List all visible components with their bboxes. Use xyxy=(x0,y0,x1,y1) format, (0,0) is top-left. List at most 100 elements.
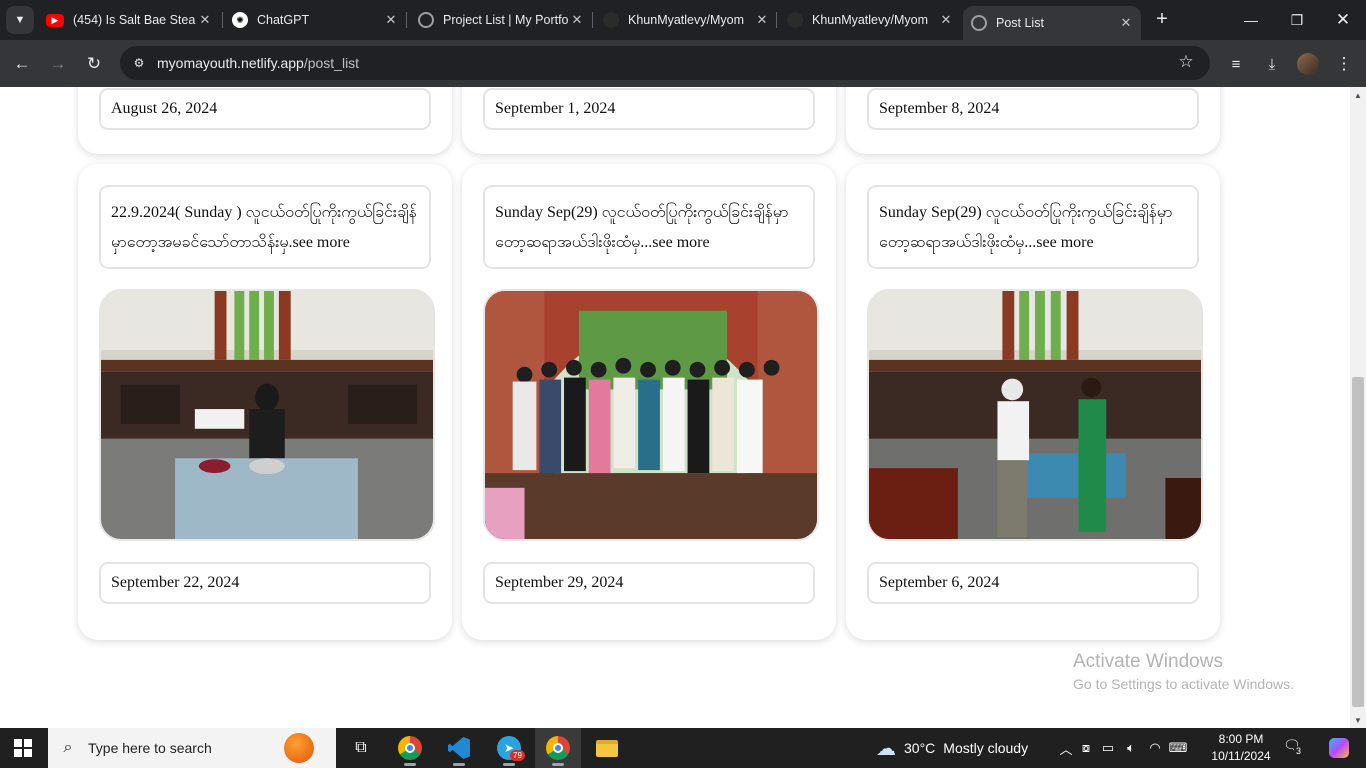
globe-icon xyxy=(418,12,434,28)
forward-button[interactable]: → xyxy=(44,50,72,78)
avatar xyxy=(1297,53,1319,75)
copilot-button[interactable] xyxy=(1316,728,1362,768)
tab-title: KhunMyatlevy/Myom xyxy=(812,13,929,27)
address-bar[interactable]: ⚙ myomayouth.netlify.app/post_list ☆ xyxy=(120,46,1210,80)
cloud-icon: ☁ xyxy=(876,737,896,760)
tab-separator xyxy=(776,12,777,28)
post-card: 22.9.2024( Sunday ) လူငယ်ဝတ်ပြုကိုးကွယ်ခ… xyxy=(78,164,452,640)
reload-button[interactable]: ↻ xyxy=(80,50,108,78)
url-path: /post_list xyxy=(303,55,360,71)
language-icon[interactable]: ⌨ xyxy=(1167,740,1189,756)
post-date: September 22, 2024 xyxy=(99,562,431,604)
tab-github-1[interactable]: KhunMyatlevy/Myom ✕ xyxy=(603,0,771,40)
post-date: September 1, 2024 xyxy=(483,88,815,130)
bookmark-star-icon[interactable]: ☆ xyxy=(1175,52,1197,74)
tab-separator xyxy=(222,12,223,28)
tab-chatgpt[interactable]: ✺ ChatGPT ✕ xyxy=(232,0,400,40)
task-view-button[interactable]: ⧉ xyxy=(338,728,384,768)
windows-start-button[interactable] xyxy=(14,739,32,757)
close-icon[interactable]: ✕ xyxy=(382,12,400,28)
taskbar-clock[interactable]: 8:00 PM 10/11/2024 xyxy=(1208,731,1274,765)
tab-title: ChatGPT xyxy=(257,13,310,27)
clock-date: 10/11/2024 xyxy=(1211,749,1271,763)
notification-count: 3 xyxy=(1294,746,1304,756)
close-icon[interactable]: ✕ xyxy=(568,12,586,28)
windows-taskbar: ⌕ Type here to search ⧉ ➤ 79 ☁ 30°C Most… xyxy=(0,728,1366,768)
volume-icon[interactable]: 🔈︎ xyxy=(1119,740,1143,756)
close-icon[interactable]: ✕ xyxy=(1117,15,1135,31)
page-viewport: August 26, 2024 September 1, 2024 Septem… xyxy=(0,87,1350,728)
tab-project-list[interactable]: Project List | My Portfo ✕ xyxy=(418,0,586,40)
task-view-icon: ⧉ xyxy=(355,739,367,756)
telegram-badge: 79 xyxy=(510,750,525,761)
post-card: August 26, 2024 xyxy=(78,87,452,154)
youtube-icon: ▶ xyxy=(46,13,64,27)
close-window-button[interactable]: ✕ xyxy=(1320,0,1366,40)
handshake-photo xyxy=(869,291,1201,539)
restore-button[interactable]: ❐ xyxy=(1274,0,1320,40)
scrollbar-thumb[interactable] xyxy=(1352,377,1364,707)
post-photo[interactable] xyxy=(483,289,819,541)
post-description: 22.9.2024( Sunday ) လူငယ်ဝတ်ပြုကိုးကွယ်ခ… xyxy=(99,185,431,269)
new-tab-button[interactable]: + xyxy=(1150,8,1174,32)
profile-button[interactable] xyxy=(1294,50,1322,78)
post-date: August 26, 2024 xyxy=(99,88,431,130)
download-icon[interactable]: ⤓ xyxy=(1258,50,1286,78)
search-icon: ⌕ xyxy=(63,739,73,756)
taskbar-app-file-explorer[interactable] xyxy=(584,728,630,768)
back-button[interactable]: ← xyxy=(8,50,36,78)
notification-center-button[interactable]: 🗨︎ 3 xyxy=(1283,737,1307,759)
tab-youtube[interactable]: ▶ (454) Is Salt Bae Steak ✕ xyxy=(46,0,214,40)
post-card: Sunday Sep(29) လူငယ်ဝတ်ပြုကိုးကွယ်ခြင်းခ… xyxy=(846,164,1220,640)
tab-post-list[interactable]: Post List ✕ xyxy=(963,6,1141,40)
see-more-link[interactable]: see more xyxy=(292,234,349,251)
tab-search-button[interactable]: ▼ xyxy=(6,6,34,34)
see-more-link[interactable]: see more xyxy=(652,234,709,251)
url-host: myomayouth.netlify.app xyxy=(157,55,304,71)
post-description: Sunday Sep(29) လူငယ်ဝတ်ပြုကိုးကွယ်ခြင်းခ… xyxy=(867,185,1199,269)
page-scrollbar[interactable]: ▲ ▼ xyxy=(1350,87,1366,728)
vscode-icon xyxy=(448,737,470,759)
pumpkin-icon xyxy=(284,733,314,763)
chevron-down-icon: ▼ xyxy=(14,14,26,26)
taskbar-app-vscode[interactable] xyxy=(436,728,482,768)
post-description-text: 22.9.2024( Sunday ) လူငယ်ဝတ်ပြုကိုးကွယ်ခ… xyxy=(111,204,417,251)
chrome-icon xyxy=(398,736,422,760)
site-info-icon[interactable]: ⚙ xyxy=(129,53,149,73)
close-icon[interactable]: ✕ xyxy=(937,12,955,28)
media-control-icon[interactable]: ≡ xyxy=(1222,50,1250,78)
tab-separator xyxy=(592,12,593,28)
taskbar-app-chrome-2[interactable] xyxy=(535,728,581,768)
tab-separator xyxy=(406,12,407,28)
close-icon[interactable]: ✕ xyxy=(753,12,771,28)
meet-now-icon[interactable]: ⧇ xyxy=(1075,740,1097,756)
watermark-subtitle: Go to Settings to activate Windows. xyxy=(1073,676,1294,692)
post-photo[interactable] xyxy=(867,289,1203,541)
url-text[interactable]: myomayouth.netlify.app/post_list xyxy=(157,55,359,71)
taskbar-app-chrome-1[interactable] xyxy=(387,728,433,768)
copilot-icon xyxy=(1329,738,1349,758)
chatgpt-icon: ✺ xyxy=(232,12,248,28)
post-description: Sunday Sep(29) လူငယ်ဝတ်ပြုကိုးကွယ်ခြင်းခ… xyxy=(483,185,815,269)
system-tray: ︿ ⧇ ▭ 🔈︎ ◠ ⌨ xyxy=(1057,728,1189,768)
post-card: Sunday Sep(29) လူငယ်ဝတ်ပြုကိုးကွယ်ခြင်းခ… xyxy=(462,164,836,640)
weather-widget[interactable]: ☁ 30°C Mostly cloudy xyxy=(876,728,1028,768)
wifi-icon[interactable]: ◠ xyxy=(1143,740,1167,756)
clock-time: 8:00 PM xyxy=(1218,732,1264,746)
weather-condition: Mostly cloudy xyxy=(943,740,1029,756)
post-photo[interactable] xyxy=(99,289,435,541)
github-icon xyxy=(603,12,619,28)
church-interior-photo xyxy=(101,291,433,539)
scroll-down-arrow-icon[interactable]: ▼ xyxy=(1350,712,1366,728)
scroll-up-arrow-icon[interactable]: ▲ xyxy=(1350,87,1366,103)
see-more-link[interactable]: see more xyxy=(1036,234,1093,251)
taskbar-app-telegram[interactable]: ➤ 79 xyxy=(486,728,532,768)
minimize-button[interactable]: — xyxy=(1228,0,1274,40)
taskbar-search-box[interactable]: ⌕ Type here to search xyxy=(48,728,336,768)
menu-icon[interactable]: ⋮ xyxy=(1330,50,1358,78)
battery-icon[interactable]: ▭ xyxy=(1097,740,1119,756)
chevron-up-icon[interactable]: ︿ xyxy=(1057,739,1075,758)
tab-github-2[interactable]: KhunMyatlevy/Myom ✕ xyxy=(787,0,955,40)
browser-toolbar: ← → ↻ ⚙ myomayouth.netlify.app/post_list… xyxy=(0,40,1366,87)
close-icon[interactable]: ✕ xyxy=(196,12,214,28)
